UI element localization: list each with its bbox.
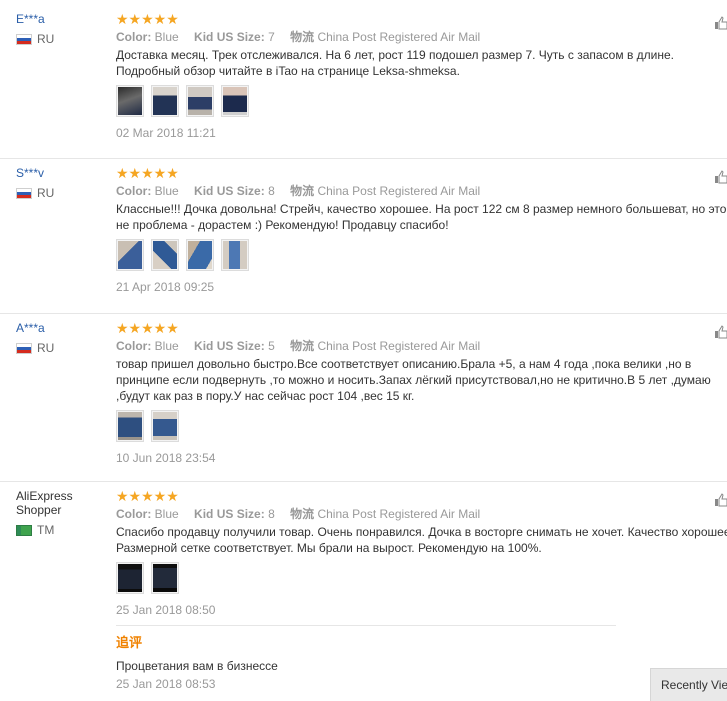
order-properties: Color: Blue Kid US Size: 5 物流 China Post… [116,338,727,354]
order-properties: Color: Blue Kid US Size: 7 物流 China Post… [116,29,727,45]
country-flag-icon [16,187,32,199]
review-photo-thumbnail[interactable] [116,85,144,117]
color-value: Blue [154,184,179,198]
order-properties: Color: Blue Kid US Size: 8 物流 China Post… [116,506,727,522]
review-text: товар пришел довольно быстро.Все соответ… [116,357,711,403]
review-photo-thumbnail[interactable] [151,562,179,594]
thumbs-up-icon[interactable] [715,16,727,30]
reviewer-name: AliExpress Shopper [16,489,73,517]
review-photo-thumbnail[interactable] [221,85,249,117]
country-code: RU [37,32,55,46]
review-date: 21 Apr 2018 09:25 [116,280,215,294]
reviewer-info: AliExpress Shopper TM [16,489,111,537]
review-photo-thumbnail[interactable] [151,410,179,442]
reviewer-country: RU [16,341,111,355]
color-label: Color: [116,507,152,521]
size-value: 7 [268,30,275,44]
review-photo-thumbnail[interactable] [151,239,179,271]
reviewer-name[interactable]: A***a [16,321,111,335]
star-rating: ★★★★★ [116,165,179,181]
reviewer-info: S***v RU [16,166,111,200]
additional-review-date: 25 Jan 2018 08:53 [116,677,216,691]
shipping-label: 物流 [290,184,315,198]
shipping-label: 物流 [290,507,315,521]
size-label: Kid US Size: [194,339,265,353]
size-label: Kid US Size: [194,184,265,198]
review-photo-thumbnail[interactable] [116,562,144,594]
country-flag-icon [16,33,32,45]
review-photos [116,410,727,442]
review-photo-thumbnail[interactable] [186,239,214,271]
size-value: 8 [268,184,275,198]
color-value: Blue [154,339,179,353]
additional-review-label: 追评 [116,635,143,650]
color-label: Color: [116,184,152,198]
review-photo-thumbnail[interactable] [221,239,249,271]
shipping-value: China Post Registered Air Mail [317,30,481,44]
reviewer-info: E***a RU [16,12,111,46]
review-photos [116,85,727,117]
country-code: RU [37,186,55,200]
review-date: 25 Jan 2018 08:50 [116,603,216,617]
size-label: Kid US Size: [194,507,265,521]
star-rating: ★★★★★ [116,320,179,336]
review-content: ★★★★★ Color: Blue Kid US Size: 5 物流 Chin… [116,321,727,465]
color-value: Blue [154,507,179,521]
color-value: Blue [154,30,179,44]
country-code: RU [37,341,55,355]
star-rating: ★★★★★ [116,11,179,27]
star-rating: ★★★★★ [116,488,179,504]
thumbs-up-icon[interactable] [715,170,727,184]
size-value: 5 [268,339,275,353]
country-code: TM [37,523,55,537]
review-photos [116,562,727,594]
recently-viewed-button[interactable]: Recently Viewed [650,668,727,701]
reviewer-country: RU [16,186,111,200]
review-photo-thumbnail[interactable] [116,239,144,271]
review-date: 02 Mar 2018 11:21 [116,126,216,140]
review-content: ★★★★★ Color: Blue Kid US Size: 8 物流 Chin… [116,489,727,691]
thumbs-up-icon[interactable] [715,493,727,507]
review-text: Классные!!! Дочка довольна! Стрейч, каче… [116,202,727,232]
review-text: Доставка месяц. Трек отслеживался. На 6 … [116,48,674,78]
review-photo-thumbnail[interactable] [116,410,144,442]
review-text: Спасибо продавцу получили товар. Очень п… [116,525,727,555]
review-item: A***a RU ★★★★★ Color: Blue Kid US Size: … [0,321,727,482]
size-label: Kid US Size: [194,30,265,44]
shipping-value: China Post Registered Air Mail [317,184,481,198]
country-flag-icon [16,342,32,354]
review-date: 10 Jun 2018 23:54 [116,451,216,465]
review-item: E***a RU ★★★★★ Color: Blue Kid US Size: … [0,12,727,159]
size-value: 8 [268,507,275,521]
country-flag-icon [16,524,32,536]
reviewer-country: RU [16,32,111,46]
shipping-value: China Post Registered Air Mail [317,507,481,521]
thumbs-up-icon[interactable] [715,325,727,339]
reviewer-country: TM [16,523,111,537]
review-photo-thumbnail[interactable] [186,85,214,117]
color-label: Color: [116,30,152,44]
review-item: AliExpress Shopper TM ★★★★★ Color: Blue … [0,489,727,701]
review-photo-thumbnail[interactable] [151,85,179,117]
reviewer-name[interactable]: S***v [16,166,111,180]
shipping-value: China Post Registered Air Mail [317,339,481,353]
reviewer-info: A***a RU [16,321,111,355]
shipping-label: 物流 [290,339,315,353]
reply-divider [116,625,616,626]
additional-review-text: Процветания вам в бизнессе [116,659,278,673]
shipping-label: 物流 [290,30,315,44]
review-content: ★★★★★ Color: Blue Kid US Size: 7 物流 Chin… [116,12,727,140]
review-item: S***v RU ★★★★★ Color: Blue Kid US Size: … [0,166,727,314]
order-properties: Color: Blue Kid US Size: 8 物流 China Post… [116,183,727,199]
review-content: ★★★★★ Color: Blue Kid US Size: 8 物流 Chin… [116,166,727,294]
color-label: Color: [116,339,152,353]
reviewer-name[interactable]: E***a [16,12,111,26]
review-photos [116,239,727,271]
